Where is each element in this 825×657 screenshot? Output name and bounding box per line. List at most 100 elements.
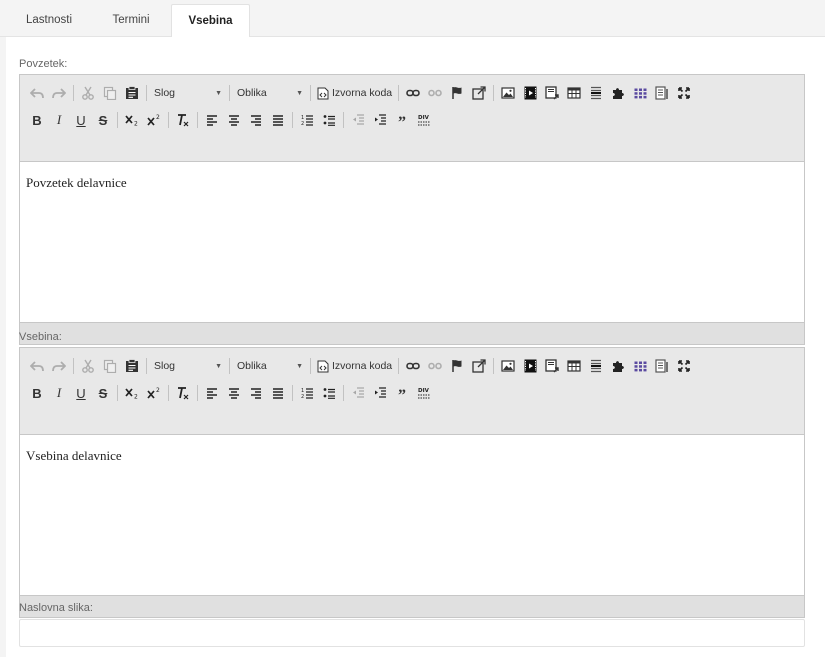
maximize-button[interactable] — [673, 82, 695, 104]
grid-button[interactable] — [629, 355, 651, 377]
paste-button[interactable] — [121, 355, 143, 377]
align-center-button[interactable] — [223, 382, 245, 404]
strikethrough-button[interactable]: S — [92, 109, 114, 131]
format-select[interactable]: Oblika ▼ — [233, 83, 307, 103]
subscript-button[interactable]: 2 — [121, 382, 143, 404]
editor-content[interactable]: Povzetek delavnice — [20, 162, 804, 322]
underline-button[interactable]: U — [70, 109, 92, 131]
toolbar-row-2: B I U S 2 2 1 2 ” DIV — [26, 382, 435, 404]
align-justify-button[interactable] — [267, 382, 289, 404]
unlink-button[interactable] — [424, 82, 446, 104]
italic-button[interactable]: I — [48, 382, 70, 404]
blockquote-button[interactable]: ” — [391, 109, 413, 131]
image-button[interactable] — [497, 355, 519, 377]
maximize-button[interactable] — [673, 355, 695, 377]
align-right-button[interactable] — [245, 382, 267, 404]
tab-lastnosti[interactable]: Lastnosti — [6, 4, 92, 37]
copy-button[interactable] — [99, 355, 121, 377]
source-code-button[interactable]: Izvorna koda — [314, 82, 395, 104]
align-left-button[interactable] — [201, 382, 223, 404]
plugin-button[interactable] — [607, 355, 629, 377]
horizontal-rule-button[interactable] — [585, 355, 607, 377]
video-button[interactable] — [519, 82, 541, 104]
iframe-button[interactable] — [541, 355, 563, 377]
underline-button[interactable]: U — [70, 382, 92, 404]
paste-button[interactable] — [121, 82, 143, 104]
editor-content[interactable]: Vsebina delavnice — [20, 435, 804, 595]
align-right-button[interactable] — [245, 109, 267, 131]
toolbar-separator — [398, 358, 400, 374]
outdent-button[interactable] — [347, 109, 369, 131]
remove-format-button[interactable] — [172, 109, 194, 131]
bold-button[interactable]: B — [26, 109, 48, 131]
editor-text: Povzetek delavnice — [26, 175, 127, 190]
align-center-button[interactable] — [223, 109, 245, 131]
bulleted-list-button[interactable] — [318, 109, 340, 131]
cut-button[interactable] — [77, 82, 99, 104]
chevron-down-icon: ▼ — [296, 362, 303, 370]
subscript-button[interactable]: 2 — [121, 109, 143, 131]
unlink-button[interactable] — [424, 355, 446, 377]
underline-icon: U — [76, 112, 86, 128]
outdent-button[interactable] — [347, 382, 369, 404]
indent-button[interactable] — [369, 109, 391, 131]
grid-button[interactable] — [629, 82, 651, 104]
horizontal-rule-button[interactable] — [585, 82, 607, 104]
anchor-button[interactable] — [446, 82, 468, 104]
show-blocks-button[interactable] — [651, 355, 673, 377]
style-select[interactable]: Slog ▼ — [150, 356, 226, 376]
tab-termini[interactable]: Termini — [92, 4, 170, 37]
video-button[interactable] — [519, 355, 541, 377]
svg-text:DIV: DIV — [418, 115, 430, 121]
toolbar-separator — [343, 112, 344, 128]
format-select-value: Oblika — [237, 87, 267, 99]
style-select[interactable]: Slog ▼ — [150, 83, 226, 103]
remove-format-button[interactable] — [172, 382, 194, 404]
svg-text:2: 2 — [134, 121, 138, 127]
anchor-button[interactable] — [446, 355, 468, 377]
numbered-list-button[interactable]: 12 — [296, 382, 318, 404]
cover-image-input[interactable] — [19, 619, 805, 647]
bulleted-list-icon — [323, 388, 335, 399]
plugin-button[interactable] — [607, 82, 629, 104]
bulleted-list-icon — [323, 115, 335, 126]
align-center-icon — [229, 114, 239, 126]
italic-button[interactable]: I — [48, 109, 70, 131]
undo-button[interactable] — [26, 82, 48, 104]
svg-text:DIV: DIV — [418, 388, 430, 394]
remove-format-icon — [178, 114, 189, 127]
align-justify-button[interactable] — [267, 109, 289, 131]
style-select-value: Slog — [154, 87, 176, 99]
source-code-button[interactable]: Izvorna koda — [314, 355, 395, 377]
redo-button[interactable] — [48, 355, 70, 377]
div-container-button[interactable]: DIV — [413, 382, 435, 404]
table-button[interactable] — [563, 82, 585, 104]
redo-button[interactable] — [48, 82, 70, 104]
undo-button[interactable] — [26, 355, 48, 377]
format-select[interactable]: Oblika ▼ — [233, 356, 307, 376]
strikethrough-button[interactable]: S — [92, 382, 114, 404]
align-left-button[interactable] — [201, 109, 223, 131]
external-link-button[interactable] — [468, 82, 490, 104]
div-container-button[interactable]: DIV — [413, 109, 435, 131]
bulleted-list-button[interactable] — [318, 382, 340, 404]
link-button[interactable] — [402, 82, 424, 104]
image-button[interactable] — [497, 82, 519, 104]
superscript-button[interactable]: 2 — [143, 382, 165, 404]
summary-editor: Slog ▼ Oblika ▼ Izvorna koda B I U S 2 2… — [19, 74, 805, 345]
table-button[interactable] — [563, 355, 585, 377]
iframe-button[interactable] — [541, 82, 563, 104]
tab-vsebina[interactable]: Vsebina — [171, 4, 250, 38]
show-blocks-button[interactable] — [651, 82, 673, 104]
blockquote-button[interactable]: ” — [391, 382, 413, 404]
numbered-list-button[interactable]: 12 — [296, 109, 318, 131]
link-button[interactable] — [402, 355, 424, 377]
copy-button[interactable] — [99, 82, 121, 104]
bold-button[interactable]: B — [26, 382, 48, 404]
cut-button[interactable] — [77, 355, 99, 377]
indent-button[interactable] — [369, 382, 391, 404]
superscript-button[interactable]: 2 — [143, 109, 165, 131]
svg-text:2: 2 — [156, 114, 160, 121]
external-link-button[interactable] — [468, 355, 490, 377]
strikethrough-icon: S — [98, 112, 108, 128]
